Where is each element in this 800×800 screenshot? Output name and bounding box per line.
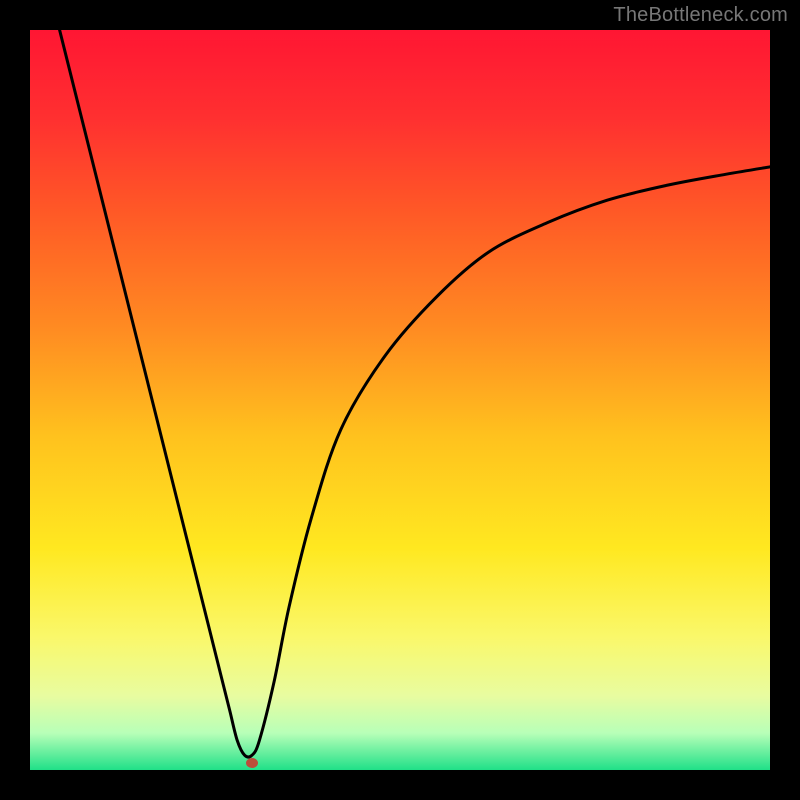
bottleneck-curve — [30, 30, 770, 770]
watermark-text: TheBottleneck.com — [613, 4, 788, 27]
minimum-marker — [246, 758, 258, 768]
chart-frame: TheBottleneck.com — [0, 0, 800, 800]
plot-area — [30, 30, 770, 770]
